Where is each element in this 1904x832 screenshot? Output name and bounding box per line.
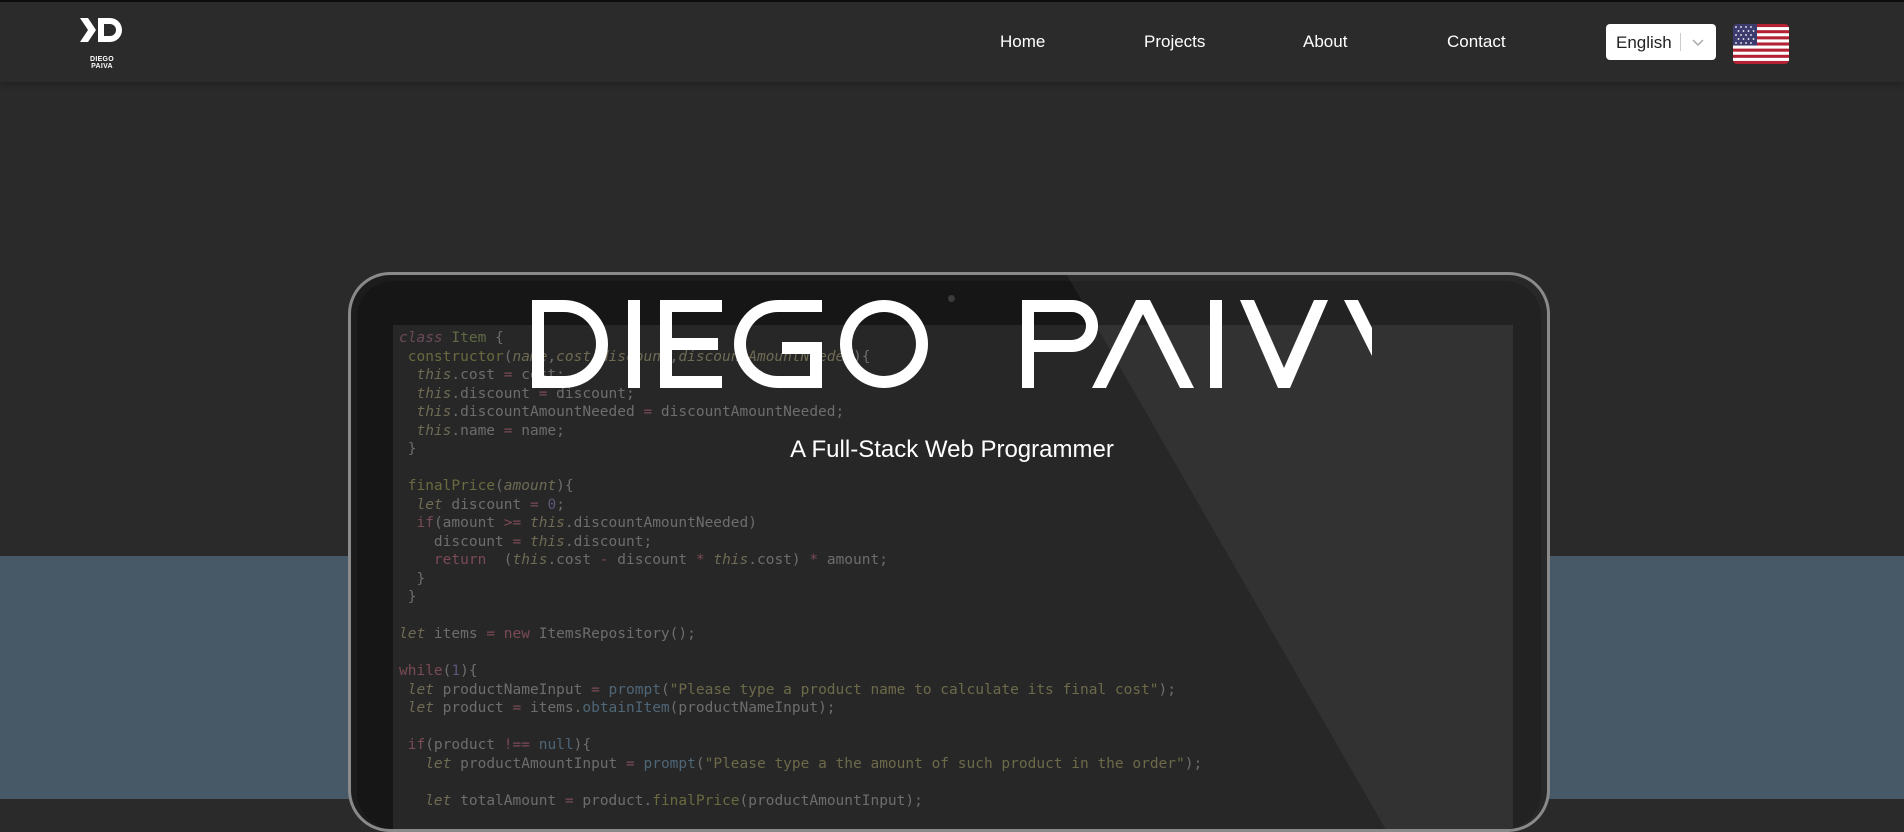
code-line: let totalAmount = product.finalPrice(pro… bbox=[425, 792, 923, 809]
code-line: } bbox=[399, 589, 417, 605]
code-line: finalPrice(amount){ bbox=[407, 478, 574, 494]
code-line: this.discountAmountNeeded = discountAmou… bbox=[416, 404, 845, 420]
code-line: discount = this.discount; bbox=[399, 533, 653, 550]
logo-text: DIEGO PAIVA bbox=[89, 56, 115, 70]
code-line: } bbox=[399, 570, 426, 587]
nav-projects-link[interactable]: Projects bbox=[1144, 32, 1205, 52]
site-logo[interactable]: DIEGO PAIVA bbox=[78, 16, 126, 70]
code-line: let productNameInput = prompt("Please ty… bbox=[407, 681, 1177, 698]
navbar: DIEGO PAIVA Home Projects About Contact … bbox=[0, 2, 1904, 82]
code-line: let items = new ItemsRepository(); bbox=[399, 626, 696, 642]
code-line: let discount = 0; bbox=[416, 496, 565, 513]
language-select-divider bbox=[1680, 33, 1681, 51]
code-line: let productAmountInput = prompt("Please … bbox=[425, 755, 1203, 772]
code-line: if(product !== null){ bbox=[407, 737, 592, 753]
code-snippet: class Item { constructor(name,cost ,disco… bbox=[399, 329, 1202, 810]
us-flag-icon[interactable] bbox=[1733, 24, 1789, 64]
chevron-down-icon bbox=[1692, 39, 1704, 47]
code-line: if(amount >= this.discountAmountNeeded) bbox=[416, 515, 757, 531]
hero-subtitle: A Full-Stack Web Programmer bbox=[790, 436, 1114, 463]
nav-about-link[interactable]: About bbox=[1303, 32, 1347, 52]
code-line: let product = items.obtainItem(productNa… bbox=[407, 700, 836, 716]
dp-logo-icon bbox=[80, 18, 122, 42]
nav-contact-link[interactable]: Contact bbox=[1447, 32, 1506, 52]
code-line: while(1){ bbox=[399, 663, 478, 679]
laptop-screen: class Item { constructor(name,cost ,disco… bbox=[393, 325, 1513, 829]
code-line: return (this.cost - discount * this.cost… bbox=[433, 552, 888, 568]
nav-home-link[interactable]: Home bbox=[1000, 32, 1045, 52]
language-select[interactable]: English bbox=[1606, 24, 1716, 60]
language-selected-value: English bbox=[1616, 33, 1672, 52]
hero-title bbox=[0, 296, 1904, 397]
hero-title-wordmark bbox=[532, 300, 1372, 388]
